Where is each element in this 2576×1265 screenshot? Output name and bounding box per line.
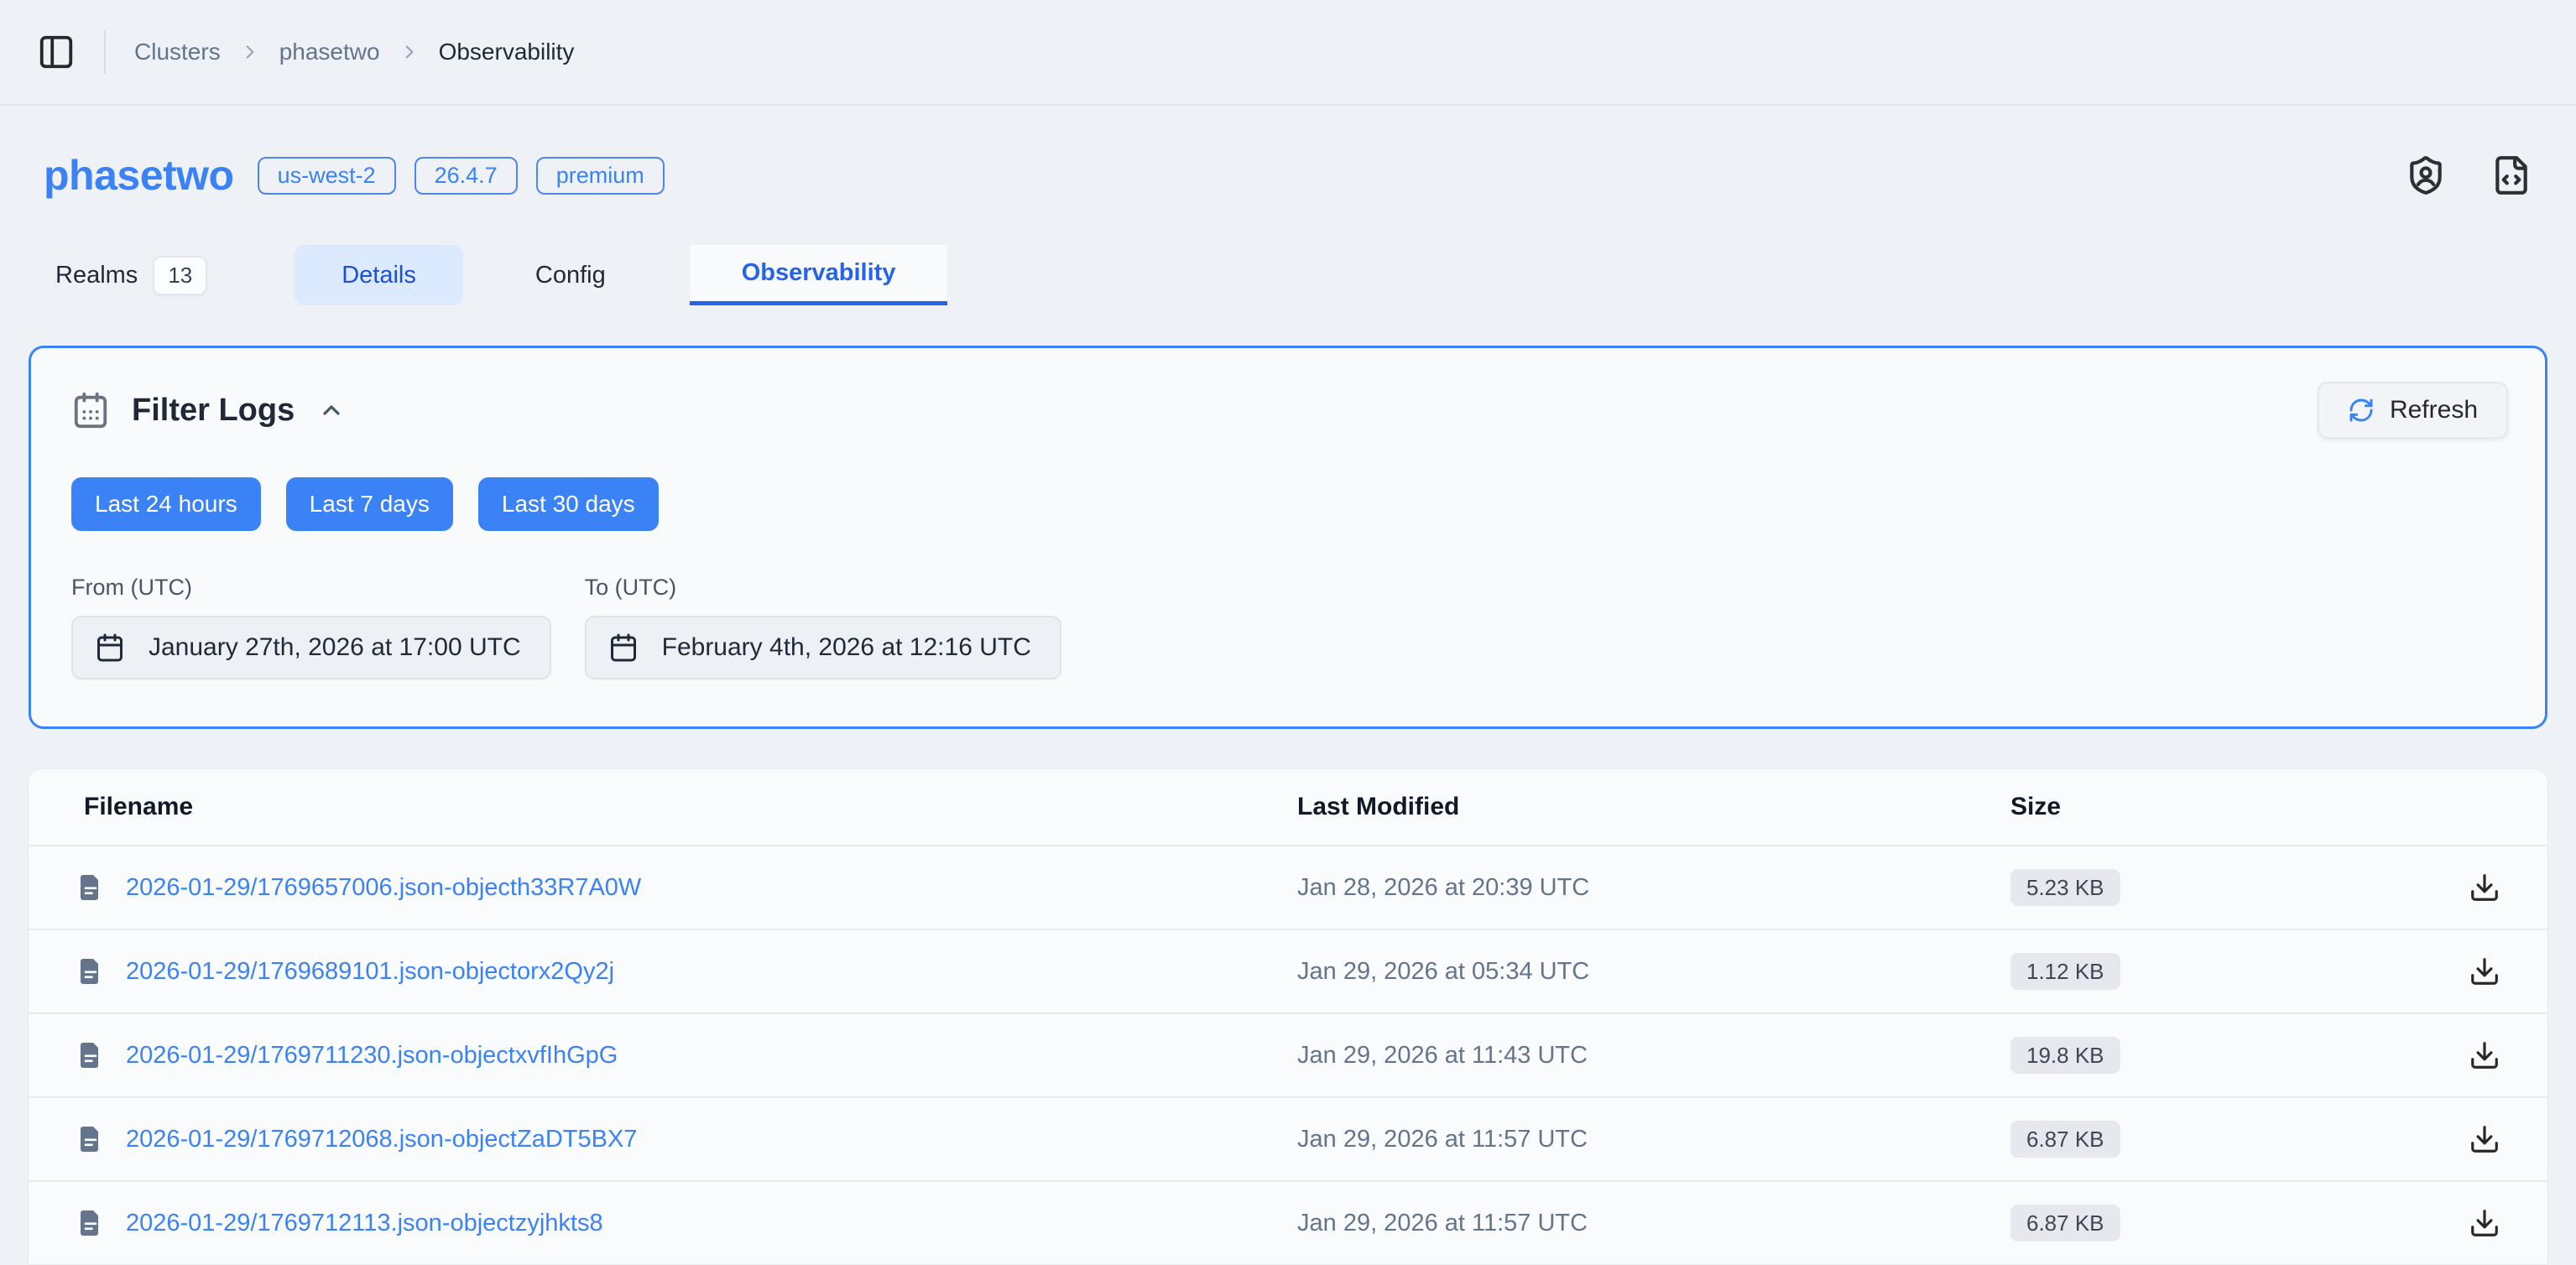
tab-observability-label: Observability <box>742 259 896 287</box>
refresh-button-label: Refresh <box>2390 396 2478 424</box>
table-row: 2026-01-29/1769711230.json-objectxvfIhGp… <box>29 1013 2547 1096</box>
to-date-value: February 4th, 2026 at 12:16 UTC <box>662 633 1031 662</box>
header-actions <box>2405 154 2532 196</box>
tab-details[interactable]: Details <box>295 245 463 305</box>
page-title: phasetwo <box>44 151 234 200</box>
panel-left-icon <box>37 33 76 71</box>
last-24-hours-button[interactable]: Last 24 hours <box>71 477 261 531</box>
date-range-fields: From (UTC) January 27th, 2026 at 17:00 U… <box>71 575 2508 679</box>
download-icon <box>2469 872 2500 903</box>
region-badge: us-west-2 <box>258 157 396 195</box>
download-button[interactable] <box>2469 1039 2500 1071</box>
to-date-input[interactable]: February 4th, 2026 at 12:16 UTC <box>585 616 1061 679</box>
from-field: From (UTC) January 27th, 2026 at 17:00 U… <box>71 575 551 679</box>
shield-user-icon <box>2405 154 2447 196</box>
admin-console-button[interactable] <box>2405 154 2447 196</box>
column-header-filename: Filename <box>29 793 1297 821</box>
refresh-icon <box>2348 397 2375 424</box>
tab-config[interactable]: Config <box>498 245 643 305</box>
column-header-last-modified: Last Modified <box>1297 793 2010 821</box>
collapse-filter-button[interactable] <box>318 397 345 424</box>
last-modified-value: Jan 29, 2026 at 11:57 UTC <box>1297 1126 2010 1153</box>
cluster-header: phasetwo us-west-2 26.4.7 premium <box>0 106 2576 200</box>
chevron-up-icon <box>318 397 345 424</box>
cluster-badges: us-west-2 26.4.7 premium <box>258 157 665 195</box>
realms-count-badge: 13 <box>153 256 207 295</box>
calendar-days-icon <box>71 391 110 429</box>
breadcrumb-current-page: Observability <box>439 39 575 65</box>
tab-details-label: Details <box>342 262 416 289</box>
size-badge: 6.87 KB <box>2010 1121 2120 1158</box>
size-badge: 1.12 KB <box>2010 953 2120 990</box>
filter-title: Filter Logs <box>132 393 295 429</box>
breadcrumb-clusters[interactable]: Clusters <box>134 39 221 65</box>
last-modified-value: Jan 29, 2026 at 05:34 UTC <box>1297 958 2010 986</box>
download-icon <box>2469 955 2500 987</box>
chevron-right-icon <box>399 41 420 63</box>
file-text-icon <box>76 872 106 903</box>
size-badge: 5.23 KB <box>2010 869 2120 906</box>
download-button[interactable] <box>2469 1207 2500 1239</box>
version-badge: 26.4.7 <box>415 157 518 195</box>
topbar-divider <box>104 30 106 74</box>
last-7-days-button[interactable]: Last 7 days <box>286 477 453 531</box>
filter-logs-card: Filter Logs Refresh Last 24 hours Last 7… <box>29 346 2547 729</box>
to-field: To (UTC) February 4th, 2026 at 12:16 UTC <box>585 575 1061 679</box>
table-row: 2026-01-29/1769712068.json-objectZaDT5BX… <box>29 1096 2547 1180</box>
table-row: 2026-01-29/1769689101.json-objectorx2Qy2… <box>29 929 2547 1013</box>
from-date-input[interactable]: January 27th, 2026 at 17:00 UTC <box>71 616 551 679</box>
download-icon <box>2469 1123 2500 1155</box>
cluster-tabs: Realms 13 Details Config Observability <box>44 245 2576 305</box>
size-badge: 19.8 KB <box>2010 1037 2120 1074</box>
sidebar-toggle-button[interactable] <box>37 33 76 71</box>
chevron-right-icon <box>239 41 261 63</box>
breadcrumb-cluster-name[interactable]: phasetwo <box>279 39 380 65</box>
log-files-table: Filename Last Modified Size 2026-01-29/1… <box>29 769 2547 1265</box>
tab-realms-label: Realms <box>55 262 138 289</box>
table-row: 2026-01-29/1769712113.json-objectzyjhkts… <box>29 1180 2547 1264</box>
download-icon <box>2469 1039 2500 1071</box>
log-file-link[interactable]: 2026-01-29/1769712113.json-objectzyjhkts… <box>126 1210 603 1237</box>
calendar-icon <box>95 632 125 663</box>
log-file-link[interactable]: 2026-01-29/1769712068.json-objectZaDT5BX… <box>126 1126 637 1153</box>
tab-observability[interactable]: Observability <box>690 245 948 305</box>
topbar: Clusters phasetwo Observability <box>0 0 2576 106</box>
quick-range-buttons: Last 24 hours Last 7 days Last 30 days <box>71 477 2508 531</box>
log-file-link[interactable]: 2026-01-29/1769689101.json-objectorx2Qy2… <box>126 958 614 986</box>
last-modified-value: Jan 28, 2026 at 20:39 UTC <box>1297 874 2010 902</box>
calendar-icon <box>608 632 639 663</box>
download-icon <box>2469 1207 2500 1239</box>
column-header-size: Size <box>2010 793 2371 821</box>
from-date-value: January 27th, 2026 at 17:00 UTC <box>149 633 521 662</box>
file-code-icon <box>2490 154 2532 196</box>
tier-badge: premium <box>536 157 665 195</box>
download-button[interactable] <box>2469 1123 2500 1155</box>
to-label: To (UTC) <box>585 575 1061 601</box>
tab-realms[interactable]: Realms 13 <box>44 245 236 305</box>
download-button[interactable] <box>2469 872 2500 903</box>
file-text-icon <box>76 956 106 986</box>
last-modified-value: Jan 29, 2026 at 11:57 UTC <box>1297 1210 2010 1237</box>
table-row: 2026-01-29/1769657006.json-objecth33R7A0… <box>29 845 2547 929</box>
log-file-link[interactable]: 2026-01-29/1769711230.json-objectxvfIhGp… <box>126 1042 618 1070</box>
tab-config-label: Config <box>535 262 606 289</box>
download-button[interactable] <box>2469 955 2500 987</box>
table-header-row: Filename Last Modified Size <box>29 769 2547 845</box>
filter-header: Filter Logs Refresh <box>71 382 2508 439</box>
from-label: From (UTC) <box>71 575 551 601</box>
last-modified-value: Jan 29, 2026 at 11:43 UTC <box>1297 1042 2010 1070</box>
api-docs-button[interactable] <box>2490 154 2532 196</box>
breadcrumb: Clusters phasetwo Observability <box>134 39 574 65</box>
refresh-button[interactable]: Refresh <box>2318 382 2508 439</box>
log-file-link[interactable]: 2026-01-29/1769657006.json-objecth33R7A0… <box>126 874 641 902</box>
file-text-icon <box>76 1208 106 1238</box>
size-badge: 6.87 KB <box>2010 1205 2120 1242</box>
last-30-days-button[interactable]: Last 30 days <box>478 477 659 531</box>
file-text-icon <box>76 1124 106 1154</box>
file-text-icon <box>76 1040 106 1070</box>
